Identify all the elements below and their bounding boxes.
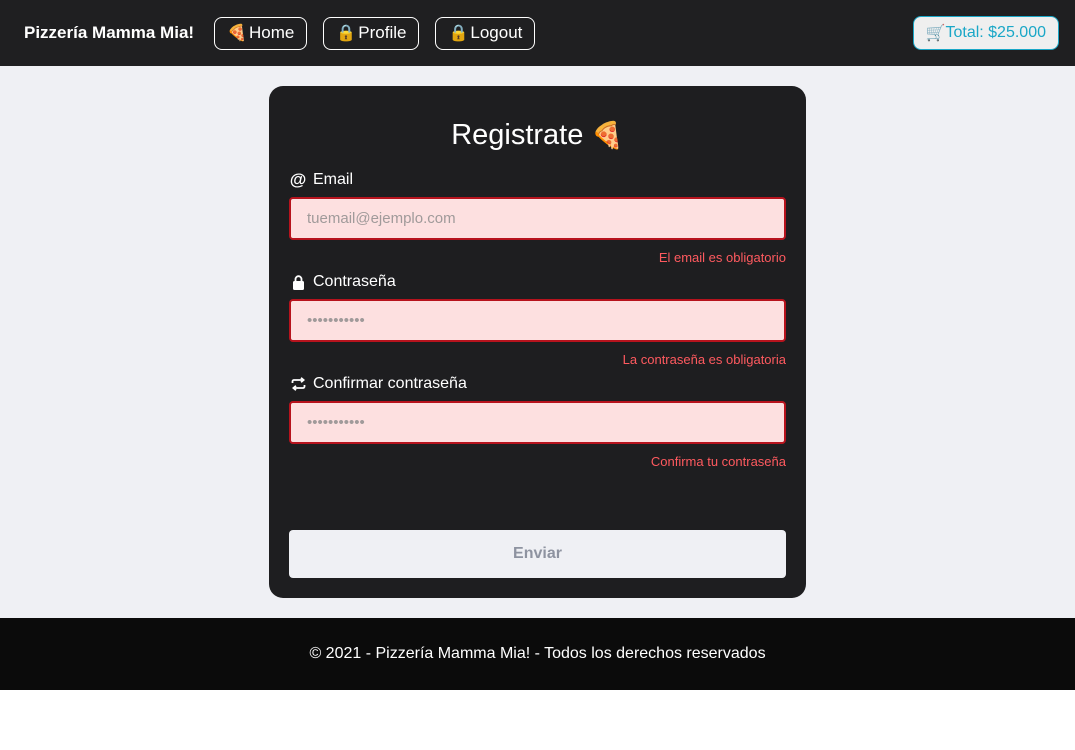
brand-logo[interactable]: Pizzería Mamma Mia!	[24, 23, 194, 43]
cart-total-label: Total: $25.000	[945, 24, 1046, 41]
nav-home-button[interactable]: 🍕 Home	[214, 16, 308, 50]
password-group: Contraseña La contraseña es obligatoria	[289, 272, 786, 368]
confirm-password-field[interactable]	[289, 401, 786, 444]
nav-profile-label: Profile	[358, 23, 407, 42]
at-icon: @	[289, 170, 307, 189]
password-label: Contraseña	[289, 272, 786, 292]
nav-logout-label: Logout	[470, 23, 523, 42]
lock-icon	[289, 274, 307, 290]
email-error: El email es obligatorio	[658, 250, 786, 265]
email-field[interactable]	[289, 197, 786, 240]
email-label-text: Email	[313, 171, 354, 188]
submit-button[interactable]: Enviar	[289, 530, 786, 578]
form-title: Registrate 🍕	[289, 86, 786, 152]
confirm-password-group: Confirmar contraseña Confirma tu contras…	[289, 374, 786, 470]
confirm-password-label-text: Confirmar contraseña	[313, 375, 467, 392]
lock-icon: 🔒	[448, 25, 469, 42]
email-label: @ Email	[289, 170, 786, 190]
password-label-text: Contraseña	[313, 273, 396, 290]
nav-logout-button[interactable]: 🔒 Logout	[435, 16, 536, 50]
footer-text: © 2021 - Pizzería Mamma Mia! - Todos los…	[309, 645, 766, 662]
password-error: La contraseña es obligatoria	[622, 352, 786, 367]
lock-icon: 🔒	[336, 25, 357, 42]
email-group: @ Email El email es obligatorio	[289, 170, 786, 266]
nav-home-label: Home	[248, 23, 295, 42]
repeat-icon	[289, 377, 307, 391]
cart-total-button[interactable]: 🛒 Total: $25.000	[912, 16, 1059, 50]
nav-profile-button[interactable]: 🔒 Profile	[323, 16, 420, 50]
confirm-password-label: Confirmar contraseña	[289, 374, 786, 394]
form-title-text: Registrate	[451, 119, 584, 151]
cart-icon: 🛒	[925, 25, 946, 42]
password-field[interactable]	[289, 299, 786, 342]
footer: © 2021 - Pizzería Mamma Mia! - Todos los…	[0, 618, 1075, 690]
pizza-icon: 🍕	[591, 120, 624, 150]
register-form: Registrate 🍕 @ Email El email es obligat…	[269, 86, 806, 598]
main-content: Registrate 🍕 @ Email El email es obligat…	[0, 66, 1075, 618]
confirm-password-error: Confirma tu contraseña	[650, 454, 786, 469]
pizza-icon: 🍕	[227, 25, 247, 42]
navbar: Pizzería Mamma Mia! 🍕 Home 🔒 Profile 🔒 L…	[0, 0, 1075, 66]
